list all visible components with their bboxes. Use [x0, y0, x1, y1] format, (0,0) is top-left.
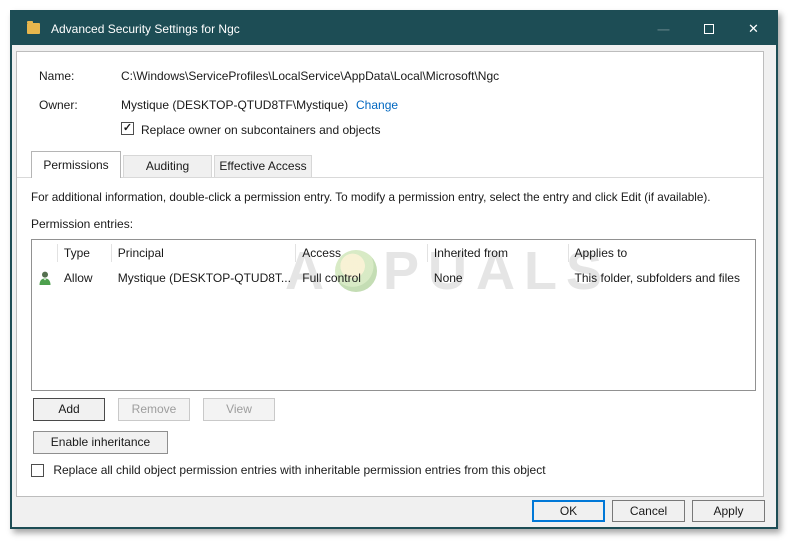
user-icon — [39, 271, 51, 285]
row-principal: Mystique (DESKTOP-QTUD8T... — [117, 271, 291, 285]
column-applies-to[interactable]: Applies to — [569, 244, 755, 262]
maximize-button[interactable] — [686, 12, 731, 45]
owner-label: Owner: — [39, 98, 78, 112]
tab-permissions[interactable]: Permissions — [31, 151, 121, 178]
window-title: Advanced Security Settings for Ngc — [51, 21, 240, 36]
name-label: Name: — [39, 69, 75, 83]
close-button[interactable]: ✕ — [731, 12, 776, 45]
enable-inheritance-button[interactable]: Enable inheritance — [33, 431, 168, 454]
replace-child-checkbox[interactable] — [31, 464, 44, 478]
content-panel: Name: C:\Windows\ServiceProfiles\LocalSe… — [16, 51, 764, 497]
security-folder-icon — [27, 21, 40, 34]
window-controls: — ✕ — [641, 12, 776, 45]
permission-entries-label: Permission entries: — [31, 217, 134, 231]
column-principal[interactable]: Principal — [112, 244, 297, 262]
table-row[interactable]: Allow Mystique (DESKTOP-QTUD8T... Full c… — [32, 266, 755, 290]
name-value: C:\Windows\ServiceProfiles\LocalService\… — [121, 69, 500, 83]
close-icon: ✕ — [748, 20, 759, 36]
row-icon-cell — [32, 270, 58, 286]
row-access: Full control — [302, 271, 361, 285]
change-owner-link[interactable]: Change — [356, 98, 398, 112]
remove-button[interactable]: Remove — [118, 398, 190, 421]
row-applies-to: This folder, subfolders and files — [574, 271, 740, 285]
replace-child-row: Replace all child object permission entr… — [31, 463, 546, 478]
column-icon[interactable] — [32, 244, 58, 262]
table-header: Type Principal Access Inherited from App… — [32, 240, 755, 266]
owner-value: Mystique (DESKTOP-QTUD8TF\Mystique) — [121, 98, 349, 112]
ok-button[interactable]: OK — [532, 500, 605, 522]
minimize-button[interactable]: — — [641, 12, 686, 45]
replace-owner-label: Replace owner on subcontainers and objec… — [141, 123, 381, 137]
column-access[interactable]: Access — [296, 244, 428, 262]
row-type: Allow — [63, 271, 93, 285]
info-text: For additional information, double-click… — [31, 191, 711, 204]
tab-auditing[interactable]: Auditing — [123, 155, 212, 177]
apply-button[interactable]: Apply — [692, 500, 765, 522]
titlebar[interactable]: Advanced Security Settings for Ngc — ✕ — [12, 12, 776, 45]
tab-effective-access[interactable]: Effective Access — [214, 155, 312, 177]
column-type[interactable]: Type — [58, 244, 112, 262]
permission-entries-table[interactable]: Type Principal Access Inherited from App… — [31, 239, 756, 391]
column-inherited-from[interactable]: Inherited from — [428, 244, 569, 262]
view-button[interactable]: View — [203, 398, 275, 421]
tab-pane-border — [17, 177, 763, 178]
add-button[interactable]: Add — [33, 398, 105, 421]
maximize-icon — [703, 23, 714, 34]
replace-owner-checkbox[interactable]: ✓ — [121, 122, 134, 135]
row-inherited-from: None — [433, 271, 463, 285]
cancel-button[interactable]: Cancel — [612, 500, 685, 522]
minimize-icon: — — [657, 21, 670, 36]
advanced-security-settings-dialog: Advanced Security Settings for Ngc — ✕ N… — [10, 10, 778, 529]
dialog-body: Name: C:\Windows\ServiceProfiles\LocalSe… — [12, 45, 776, 527]
replace-child-label: Replace all child object permission entr… — [53, 463, 546, 477]
